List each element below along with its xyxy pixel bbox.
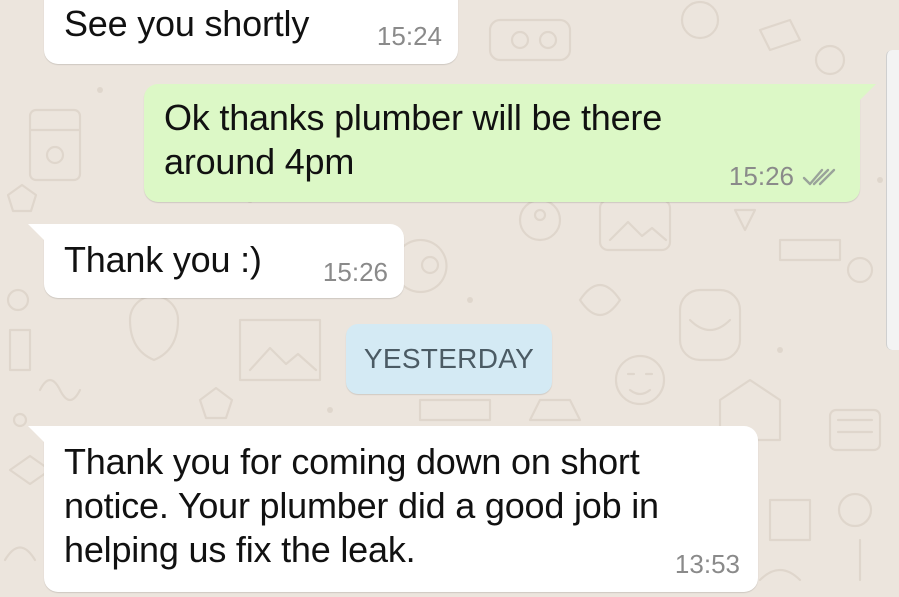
message-time: 15:26 xyxy=(322,257,388,287)
message-time: 15:24 xyxy=(376,21,442,51)
message-time: 15:26 xyxy=(728,161,794,191)
message-text: Thank you :) xyxy=(64,239,262,280)
date-separator: YESTERDAY xyxy=(346,324,552,394)
bubble-tail xyxy=(28,224,46,242)
bubble-tail xyxy=(858,84,876,102)
message-bubble-incoming[interactable]: Thank you :) 15:26 xyxy=(28,224,404,298)
message-bubble-incoming[interactable]: Thank you for coming down on short notic… xyxy=(28,426,758,592)
message-text: Ok thanks plumber will be there around 4… xyxy=(164,97,663,182)
scrollbar[interactable] xyxy=(886,50,899,350)
message-meta: 15:26 xyxy=(729,161,838,192)
message-time: 13:53 xyxy=(674,549,740,579)
message-bubble-incoming[interactable]: See you shortly 15:24 xyxy=(44,0,458,64)
message-bubble-outgoing[interactable]: Ok thanks plumber will be there around 4… xyxy=(144,84,876,202)
message-text: Thank you for coming down on short notic… xyxy=(64,441,659,570)
double-check-icon xyxy=(802,168,836,185)
message-text: See you shortly xyxy=(64,3,310,44)
bubble-tail xyxy=(28,426,46,444)
